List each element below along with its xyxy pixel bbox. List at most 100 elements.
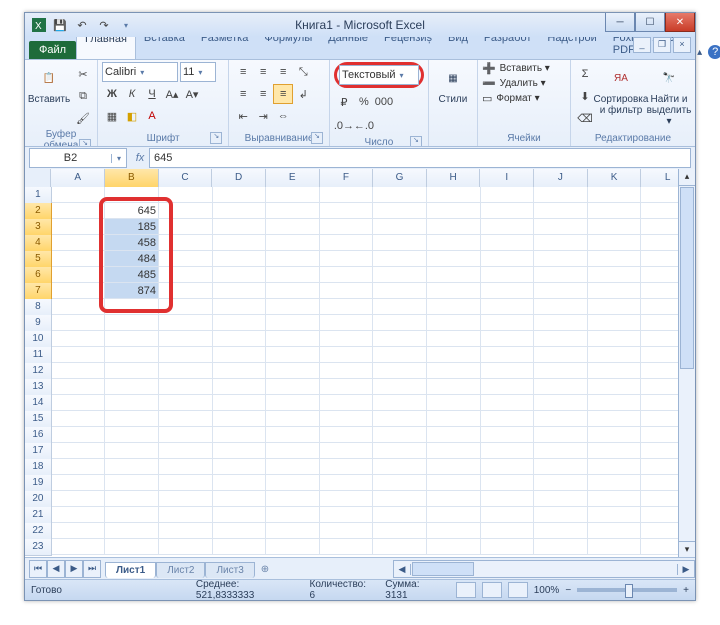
next-sheet-icon[interactable]: ▶ [65, 560, 83, 578]
cell[interactable] [159, 491, 213, 507]
cell[interactable] [534, 427, 588, 443]
cell[interactable] [588, 235, 642, 251]
cell[interactable] [481, 427, 535, 443]
cell[interactable] [266, 491, 320, 507]
scroll-left-icon[interactable]: ◀ [394, 564, 411, 575]
cell[interactable] [105, 315, 159, 331]
cell[interactable] [481, 411, 535, 427]
cell[interactable] [159, 299, 213, 315]
cell[interactable] [266, 347, 320, 363]
cell[interactable] [159, 395, 213, 411]
cell[interactable] [320, 187, 374, 203]
cell[interactable] [320, 523, 374, 539]
column-header[interactable]: C [159, 169, 213, 188]
cell[interactable] [427, 315, 481, 331]
worksheet-grid[interactable]: ABCDEFGHIJKL1264531854458548464857874891… [25, 169, 695, 558]
chevron-down-icon[interactable]: ▾ [111, 154, 126, 163]
zoom-slider[interactable] [577, 588, 677, 592]
cell[interactable] [588, 459, 642, 475]
row-header[interactable]: 17 [25, 443, 52, 460]
cell[interactable] [320, 251, 374, 267]
name-box[interactable]: B2▾ [29, 148, 127, 168]
cell[interactable] [481, 539, 535, 555]
align-center-icon[interactable]: ≡ [253, 84, 273, 104]
cell[interactable] [427, 379, 481, 395]
orientation-icon[interactable]: ⤡ [293, 62, 313, 82]
cell[interactable] [105, 539, 159, 555]
row-header[interactable]: 4 [25, 235, 52, 252]
align-bottom-icon[interactable]: ≡ [273, 62, 293, 82]
decrease-decimal-icon[interactable]: ←.0 [354, 116, 374, 136]
cell[interactable] [105, 475, 159, 491]
cell[interactable] [427, 523, 481, 539]
cell[interactable] [481, 219, 535, 235]
cell[interactable] [320, 347, 374, 363]
cell[interactable] [534, 203, 588, 219]
row-header[interactable]: 20 [25, 491, 52, 508]
decrease-indent-icon[interactable]: ⇤ [233, 106, 253, 126]
cell[interactable] [52, 203, 106, 219]
delete-cells-button[interactable]: Удалить ▾ [500, 78, 546, 89]
cell[interactable] [373, 299, 427, 315]
cell[interactable] [105, 331, 159, 347]
formula-input[interactable]: 645 [149, 148, 691, 168]
cell[interactable] [427, 267, 481, 283]
cell[interactable] [481, 235, 535, 251]
maximize-button[interactable]: ☐ [635, 13, 665, 32]
excel-icon[interactable]: X [31, 17, 47, 33]
cell[interactable] [534, 283, 588, 299]
cell[interactable] [373, 491, 427, 507]
cell[interactable] [588, 411, 642, 427]
column-header[interactable]: B [105, 169, 159, 188]
cell[interactable] [320, 539, 374, 555]
cell[interactable] [481, 475, 535, 491]
cell[interactable] [481, 267, 535, 283]
sort-filter-button[interactable]: ЯАСортировка и фильтр [599, 62, 643, 132]
horizontal-scrollbar[interactable]: ◀ ▶ [393, 560, 695, 578]
cell[interactable] [213, 235, 267, 251]
cell[interactable] [427, 475, 481, 491]
row-header[interactable]: 9 [25, 315, 52, 332]
scroll-thumb[interactable] [680, 187, 694, 369]
find-select-button[interactable]: 🔭Найти и выделить ▾ [647, 62, 691, 132]
cell[interactable] [159, 459, 213, 475]
cell[interactable] [266, 475, 320, 491]
cell[interactable] [159, 411, 213, 427]
cell[interactable] [52, 539, 106, 555]
format-painter-icon[interactable]: 🖌 [73, 108, 93, 128]
cell[interactable] [213, 459, 267, 475]
sheet-tab[interactable]: Лист1 [105, 562, 156, 578]
cell[interactable] [320, 411, 374, 427]
column-header[interactable]: J [534, 169, 588, 188]
cell[interactable] [52, 443, 106, 459]
cell[interactable] [588, 299, 642, 315]
cell[interactable] [213, 187, 267, 203]
row-header[interactable]: 22 [25, 523, 52, 540]
cell[interactable] [373, 331, 427, 347]
cell[interactable] [266, 299, 320, 315]
cell[interactable] [320, 443, 374, 459]
cell[interactable] [159, 443, 213, 459]
cell[interactable] [213, 299, 267, 315]
cell[interactable] [266, 379, 320, 395]
cell[interactable] [213, 219, 267, 235]
cell[interactable] [105, 411, 159, 427]
cell[interactable] [159, 203, 213, 219]
vertical-scrollbar[interactable]: ▴ ▾ [678, 169, 695, 558]
qat-customize-icon[interactable]: ▾ [117, 16, 135, 34]
cell[interactable] [427, 251, 481, 267]
cell[interactable]: 645 [105, 203, 159, 219]
help-icon[interactable]: ? [708, 45, 720, 59]
cell[interactable] [213, 427, 267, 443]
cell[interactable] [373, 187, 427, 203]
cell[interactable] [52, 459, 106, 475]
cell[interactable] [52, 267, 106, 283]
cell[interactable] [373, 363, 427, 379]
cell[interactable] [373, 235, 427, 251]
row-header[interactable]: 5 [25, 251, 52, 268]
cell[interactable] [534, 331, 588, 347]
styles-button[interactable]: ▦Стили [433, 62, 473, 132]
cell[interactable] [320, 491, 374, 507]
row-header[interactable]: 19 [25, 475, 52, 492]
cell[interactable] [373, 539, 427, 555]
